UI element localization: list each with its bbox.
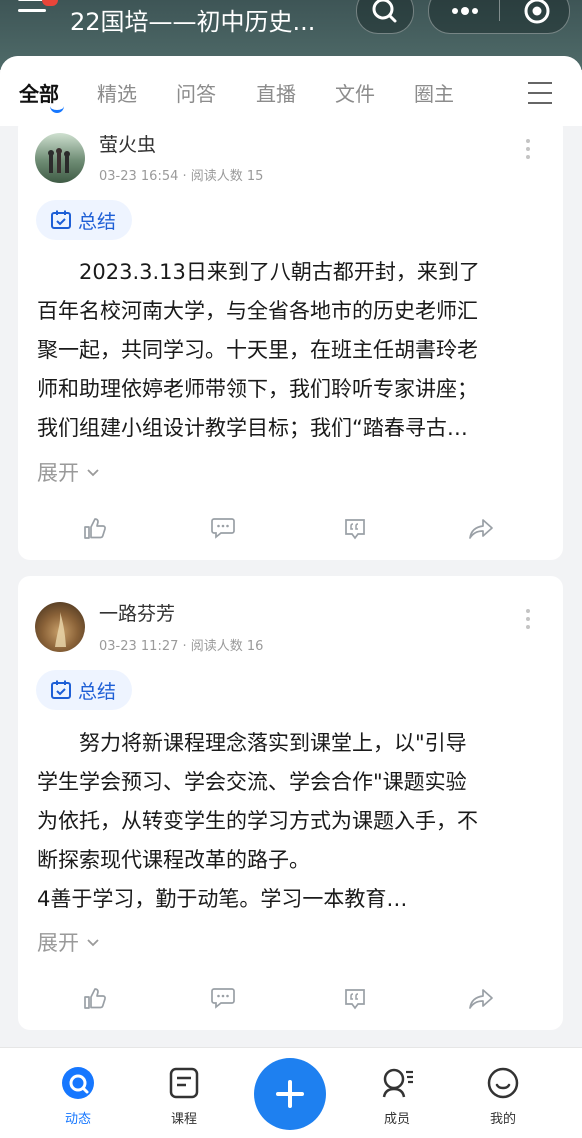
nav-course[interactable]: 课程 <box>144 1048 224 1138</box>
avatar-image <box>55 612 66 647</box>
post-line: 学生学会预习、学会交流、学会合作"课题实验 <box>37 770 467 794</box>
author-name[interactable]: 萤火虫 <box>99 130 156 157</box>
post-tag[interactable]: 总结 <box>36 670 133 710</box>
nav-feed[interactable]: 动态 <box>38 1048 118 1138</box>
expand-label: 展开 <box>37 461 79 485</box>
tabs-menu-icon[interactable] <box>528 82 554 104</box>
quote-icon[interactable] <box>342 516 368 542</box>
post-card[interactable]: 一路芬芳 03-23 11:27 · 阅读人数 16 总结 努力将新课程理念落实… <box>18 576 563 1030</box>
smile-icon <box>487 1067 519 1099</box>
nav-label: 课程 <box>170 1112 197 1127</box>
chevron-down-icon <box>87 469 99 477</box>
plus-icon <box>276 1080 304 1108</box>
post-tag-label: 总结 <box>78 680 117 703</box>
avatar[interactable] <box>35 602 85 652</box>
members-icon <box>382 1068 413 1098</box>
tab-active-indicator <box>50 105 64 113</box>
nav-label: 动态 <box>64 1112 91 1127</box>
mini-program-capsule <box>428 0 570 34</box>
capsule-divider <box>499 0 500 21</box>
tab-live[interactable]: 直播 <box>256 78 296 107</box>
avatar[interactable] <box>35 133 85 183</box>
nav-me[interactable]: 我的 <box>463 1048 543 1138</box>
post-line: 我们组建小组设计教学目标；我们“踏春寻古… <box>37 416 468 440</box>
tab-qa[interactable]: 问答 <box>176 78 216 107</box>
post-card[interactable]: 萤火虫 03-23 16:54 · 阅读人数 15 总结 2023.3.13日来… <box>18 116 563 560</box>
chevron-down-icon <box>87 939 99 947</box>
share-icon[interactable] <box>468 986 494 1012</box>
expand-label: 展开 <box>37 931 79 955</box>
create-post-button[interactable] <box>254 1058 326 1130</box>
post-tag[interactable]: 总结 <box>36 200 133 240</box>
post-line: 为依托，从转变学生的学习方式为课题入手，不 <box>37 809 478 833</box>
post-meta: 03-23 16:54 · 阅读人数 15 <box>99 169 264 184</box>
search-button[interactable] <box>356 0 414 34</box>
notification-badge <box>42 0 58 6</box>
feed-icon <box>62 1067 94 1099</box>
post-tag-label: 总结 <box>78 210 117 233</box>
share-icon[interactable] <box>468 516 494 542</box>
post-body[interactable]: 2023.3.13日来到了八朝古都开封，来到了 百年名校河南大学，与全省各地市的… <box>37 253 547 448</box>
main-panel: 全部 精选 问答 直播 文件 圈主 萤火虫 03-23 16:54 · 阅读人数… <box>0 56 582 1056</box>
post-line: 努力将新课程理念落实到课堂上，以"引导 <box>37 731 467 755</box>
bottom-nav: 动态 课程 成员 我的 <box>0 1047 582 1138</box>
comment-icon[interactable] <box>210 984 236 1010</box>
post-more-icon[interactable] <box>526 609 532 633</box>
author-name[interactable]: 一路芬芳 <box>99 599 175 626</box>
tab-featured[interactable]: 精选 <box>97 78 137 107</box>
nav-label: 成员 <box>383 1112 410 1127</box>
post-line: 聚一起，共同学习。十天里，在班主任胡書玲老 <box>37 338 478 362</box>
post-line: 师和助理依婷老师带领下，我们聆听专家讲座； <box>37 377 478 401</box>
search-icon <box>372 0 397 23</box>
post-body[interactable]: 努力将新课程理念落实到课堂上，以"引导 学生学会预习、学会交流、学会合作"课题实… <box>37 724 547 919</box>
post-line: 断探索现代课程改革的路子。 <box>37 848 310 872</box>
tab-owner[interactable]: 圈主 <box>414 78 454 107</box>
quote-icon[interactable] <box>342 986 368 1012</box>
like-icon[interactable] <box>82 516 108 542</box>
post-more-icon[interactable] <box>526 139 532 163</box>
tab-files[interactable]: 文件 <box>335 78 375 107</box>
nav-label: 我的 <box>489 1112 516 1127</box>
like-icon[interactable] <box>82 986 108 1012</box>
avatar-image <box>48 148 70 173</box>
expand-link[interactable]: 展开 <box>37 457 100 487</box>
more-options-icon[interactable] <box>443 0 487 33</box>
calendar-check-icon <box>51 680 71 699</box>
post-line: 2023.3.13日来到了八朝古都开封，来到了 <box>37 260 480 284</box>
group-title: 22国培——初中历史... <box>70 8 316 36</box>
tab-all[interactable]: 全部 <box>19 78 59 107</box>
course-icon <box>169 1067 199 1099</box>
nav-members[interactable]: 成员 <box>357 1048 437 1138</box>
post-line: 4善于学习，勤于动笔。学习一本教育… <box>37 887 408 911</box>
calendar-check-icon <box>51 210 71 229</box>
post-meta: 03-23 11:27 · 阅读人数 16 <box>99 639 264 654</box>
post-line: 百年名校河南大学，与全省各地市的历史老师汇 <box>37 299 478 323</box>
comment-icon[interactable] <box>210 514 236 540</box>
expand-link[interactable]: 展开 <box>37 927 100 957</box>
close-miniprogram-icon[interactable] <box>515 0 559 33</box>
